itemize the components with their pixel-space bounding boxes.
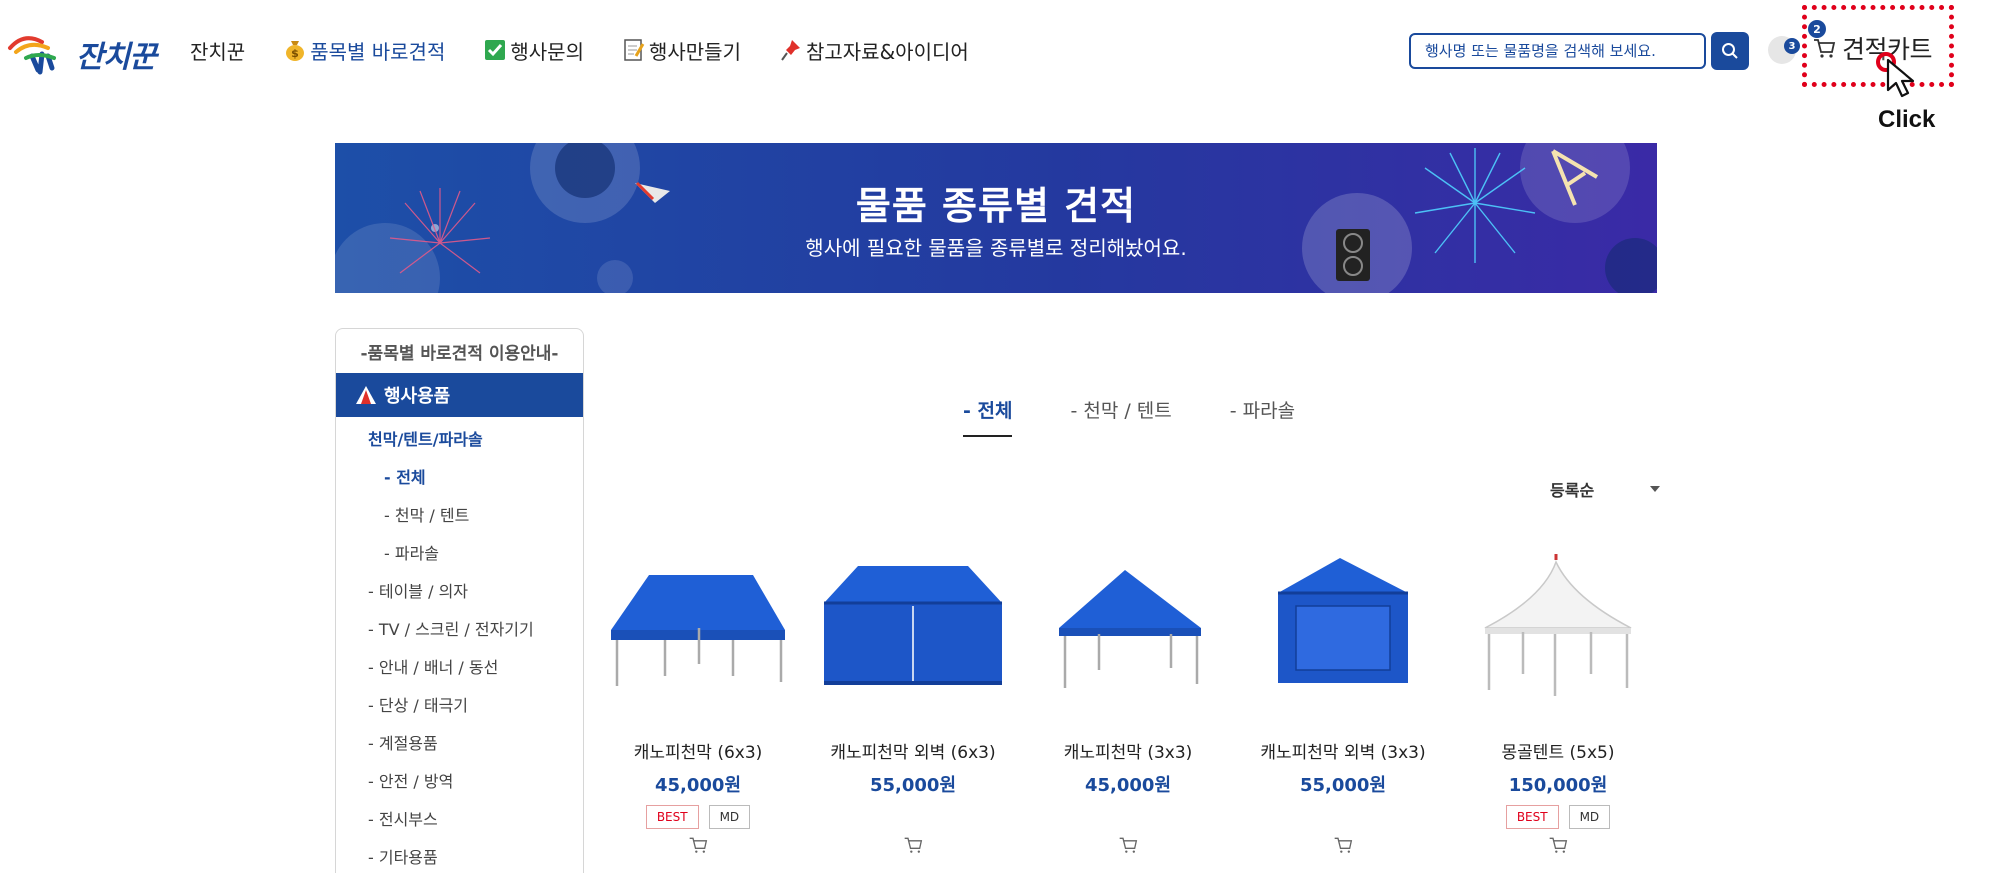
add-to-cart-icon[interactable] — [1118, 835, 1138, 855]
sidebar-category-label: 행사용품 — [384, 386, 451, 407]
search-button[interactable] — [1711, 32, 1749, 70]
checkbox-icon — [483, 38, 507, 62]
cart-icon — [1814, 39, 1836, 58]
money-bag-icon: $ — [283, 38, 307, 62]
product-image-canopy-3x3[interactable] — [1033, 548, 1223, 718]
memo-icon — [622, 38, 646, 62]
product-badges — [1033, 805, 1223, 829]
nav-label: 행사문의 — [510, 39, 584, 64]
nav-item-references[interactable]: 참고자료&아이디어 — [779, 36, 969, 65]
sidebar-subitem-parasol[interactable]: - 파라솔 — [336, 533, 583, 571]
product-image-canopy-wall-6x3[interactable] — [818, 548, 1008, 718]
logo-text: 잔치꾼 — [76, 40, 157, 75]
nav-label: 행사만들기 — [648, 39, 741, 64]
sort-dropdown[interactable]: 등록순 — [1550, 476, 1660, 502]
product-badges: BEST MD — [603, 805, 793, 829]
product-tabs: - 전체 - 천막 / 텐트 - 파라솔 — [963, 396, 1353, 437]
product-name[interactable]: 캐노피천막 (3x3) — [1033, 738, 1223, 763]
product-card: 몽골텐트 (5x5) 150,000원 BEST MD — [1463, 548, 1653, 859]
product-image-mongol-tent-5x5[interactable] — [1463, 548, 1653, 718]
pushpin-icon — [779, 38, 803, 62]
tent-icon — [354, 383, 378, 407]
sidebar-item-signage[interactable]: - 안내 / 배너 / 동선 — [336, 647, 583, 685]
nav-item-quick-estimate[interactable]: $ 품목별 바로견적 — [283, 36, 445, 65]
nav-label: 품목별 바로견적 — [310, 39, 446, 64]
search-icon — [1722, 43, 1738, 59]
usage-guide-link[interactable]: -품목별 바로견적 이용안내- — [336, 329, 583, 373]
product-badges — [1248, 805, 1438, 829]
user-notification-badge: 3 — [1784, 38, 1800, 54]
product-image-canopy-6x3[interactable] — [603, 548, 793, 718]
product-name[interactable]: 캐노피천막 (6x3) — [603, 738, 793, 763]
sidebar-item-seasonal[interactable]: - 계절용품 — [336, 723, 583, 761]
best-badge: BEST — [1505, 805, 1559, 829]
search-input[interactable] — [1411, 35, 1704, 67]
sidebar-item-electronics[interactable]: - TV / 스크린 / 전자기기 — [336, 609, 583, 647]
chevron-down-icon — [1650, 486, 1660, 492]
logo-mark-icon — [8, 36, 56, 75]
md-badge: MD — [1568, 805, 1611, 829]
product-badges — [818, 805, 1008, 829]
product-card: 캐노피천막 (6x3) 45,000원 BEST MD — [603, 548, 793, 859]
svg-text:$: $ — [291, 47, 299, 60]
add-to-cart-icon[interactable] — [1333, 835, 1353, 855]
md-badge: MD — [708, 805, 751, 829]
nav-item-inquiry[interactable]: 행사문의 — [483, 36, 584, 65]
sidebar-subitem-all[interactable]: - 전체 — [336, 457, 583, 495]
nav-item-create-event[interactable]: 행사만들기 — [622, 36, 741, 65]
product-name[interactable]: 캐노피천막 외벽 (6x3) — [818, 738, 1008, 763]
product-price: 55,000원 — [1299, 775, 1387, 796]
add-to-cart-icon[interactable] — [903, 835, 923, 855]
product-card: 캐노피천막 외벽 (6x3) 55,000원 — [818, 548, 1008, 859]
search-box — [1409, 33, 1706, 69]
sort-selected-label: 등록순 — [1550, 481, 1595, 500]
sidebar-item-safety[interactable]: - 안전 / 방역 — [336, 761, 583, 799]
add-to-cart-icon[interactable] — [1548, 835, 1568, 855]
banner-subtitle: 행사에 필요한 물품을 종류별로 정리해놨어요. — [805, 236, 1187, 260]
click-hint-label: Click — [1878, 106, 1936, 133]
nav-label: 참고자료&아이디어 — [805, 39, 969, 64]
product-name[interactable]: 몽골텐트 (5x5) — [1463, 738, 1653, 763]
mouse-pointer-icon — [1886, 58, 1915, 98]
product-card: 캐노피천막 외벽 (3x3) 55,000원 — [1248, 548, 1438, 859]
tab-all[interactable]: - 전체 — [963, 396, 1013, 437]
sidebar-item-tables-chairs[interactable]: - 테이블 / 의자 — [336, 571, 583, 609]
product-badges: BEST MD — [1463, 805, 1653, 829]
product-price: 55,000원 — [869, 775, 957, 796]
tab-tents[interactable]: - 천막 / 텐트 — [1070, 396, 1171, 437]
add-to-cart-icon[interactable] — [688, 835, 708, 855]
sidebar-item-exhibition-booth[interactable]: - 전시부스 — [336, 799, 583, 837]
product-name[interactable]: 캐노피천막 외벽 (3x3) — [1248, 738, 1438, 763]
main-nav: 잔치꾼 $ 품목별 바로견적 행사문의 행사만들기 참고자료&아이디어 — [190, 30, 1007, 70]
top-header: 잔치꾼 잔치꾼 $ 품목별 바로견적 행사문의 행사만들기 참고자료&아이디어 … — [0, 0, 2000, 133]
product-image-canopy-wall-3x3[interactable] — [1248, 548, 1438, 718]
product-card: 캐노피천막 (3x3) 45,000원 — [1033, 548, 1223, 859]
product-price: 45,000원 — [1084, 775, 1172, 796]
site-logo[interactable]: 잔치꾼 — [4, 26, 164, 75]
nav-item-home[interactable]: 잔치꾼 — [190, 36, 245, 65]
best-badge: BEST — [645, 805, 699, 829]
sidebar-category-event-supplies[interactable]: 행사용품 — [336, 373, 583, 417]
hero-banner: 물품 종류별 견적 행사에 필요한 물품을 종류별로 정리해놨어요. — [335, 143, 1657, 293]
tab-parasol[interactable]: - 파라솔 — [1230, 396, 1295, 437]
sidebar-item-podium-flag[interactable]: - 단상 / 태극기 — [336, 685, 583, 723]
product-price: 45,000원 — [654, 775, 742, 796]
nav-label: 잔치꾼 — [190, 39, 246, 64]
sidebar-sub-tents[interactable]: 천막/텐트/파라솔 — [336, 419, 583, 457]
product-price: 150,000원 — [1508, 775, 1608, 796]
banner-title: 물품 종류별 견적 — [855, 184, 1137, 228]
sidebar-item-etc[interactable]: - 기타용품 — [336, 837, 583, 873]
category-sidebar: -품목별 바로견적 이용안내- 행사용품 천막/텐트/파라솔 - 전체 - 천막… — [335, 328, 584, 873]
sidebar-subitem-tents[interactable]: - 천막 / 텐트 — [336, 495, 583, 533]
